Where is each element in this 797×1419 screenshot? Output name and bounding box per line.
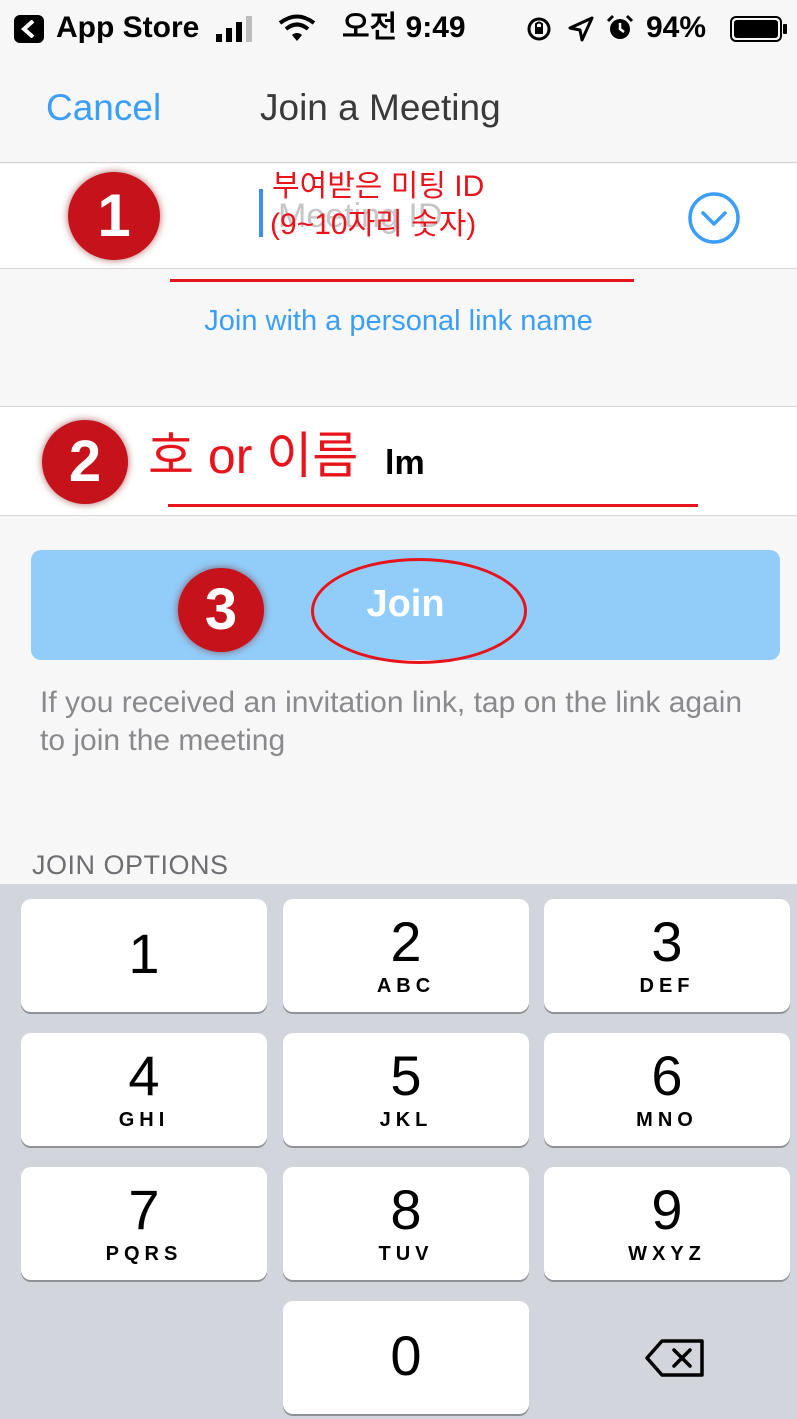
personal-link-area: Join with a personal link name xyxy=(0,269,797,407)
navigation-bar: Cancel Join a Meeting xyxy=(0,58,797,163)
key-digit: 3 xyxy=(651,910,683,973)
key-letters: WXYZ xyxy=(628,1243,706,1265)
key-letters: ABC xyxy=(376,975,436,997)
battery-percent: 94% xyxy=(646,11,707,44)
annotation-step-1-badge: 1 xyxy=(68,172,160,260)
join-with-personal-link-button[interactable]: Join with a personal link name xyxy=(0,305,797,338)
delete-key[interactable] xyxy=(560,1300,790,1413)
key-digit: 7 xyxy=(128,1178,160,1241)
annotation-step-2-badge: 2 xyxy=(42,420,128,504)
annotation-step-1-underline xyxy=(170,279,634,282)
key-1[interactable]: 1 xyxy=(21,899,267,1012)
status-time: 오전 9:49 xyxy=(342,11,466,44)
alarm-icon xyxy=(606,14,634,42)
key-letters: PQRS xyxy=(105,1243,183,1265)
key-digit: 0 xyxy=(390,1324,422,1387)
key-8[interactable]: 8 TUV xyxy=(283,1167,529,1280)
key-digit: 5 xyxy=(390,1044,422,1107)
key-letters: DEF xyxy=(639,975,695,997)
back-to-app-label[interactable]: App Store xyxy=(56,10,199,46)
key-digit: 2 xyxy=(390,910,422,973)
key-digit: 6 xyxy=(651,1044,683,1107)
key-letters: JKL xyxy=(379,1109,433,1131)
battery-icon xyxy=(730,16,788,42)
meeting-history-dropdown-icon[interactable] xyxy=(686,190,742,246)
annotation-step-2-text: 호 or 이름 xyxy=(148,428,359,484)
back-to-app-icon[interactable] xyxy=(14,15,44,43)
invitation-hint-text: If you received an invitation link, tap … xyxy=(40,686,743,757)
text-cursor xyxy=(259,189,263,237)
key-2[interactable]: 2 ABC xyxy=(283,899,529,1012)
key-digit: 1 xyxy=(128,922,160,985)
backspace-icon xyxy=(644,1338,706,1378)
location-icon xyxy=(568,16,594,42)
cancel-button[interactable]: Cancel xyxy=(46,86,161,130)
key-digit: 8 xyxy=(390,1178,422,1241)
annotation-step-2-underline xyxy=(168,504,698,507)
wifi-icon xyxy=(278,14,316,42)
key-3[interactable]: 3 DEF xyxy=(544,899,790,1012)
join-options-header: JOIN OPTIONS xyxy=(32,850,229,880)
key-0[interactable]: 0 xyxy=(283,1301,529,1414)
orientation-lock-icon xyxy=(526,16,552,42)
annotation-step-1-line-1: 부여받은 미팅 ID xyxy=(272,170,485,203)
page-title: Join a Meeting xyxy=(260,87,501,128)
key-letters: MNO xyxy=(636,1109,698,1131)
cellular-signal-icon xyxy=(216,16,264,42)
key-6[interactable]: 6 MNO xyxy=(544,1033,790,1146)
key-4[interactable]: 4 GHI xyxy=(21,1033,267,1146)
status-bar: App Store 오전 9:49 94% xyxy=(0,0,797,58)
key-letters: GHI xyxy=(118,1109,170,1131)
annotation-step-3-badge: 3 xyxy=(178,568,264,652)
key-digit: 9 xyxy=(651,1178,683,1241)
key-7[interactable]: 7 PQRS xyxy=(21,1167,267,1280)
screen-name-input[interactable] xyxy=(385,441,765,485)
annotation-join-circle xyxy=(311,558,527,664)
key-digit: 4 xyxy=(128,1044,160,1107)
key-letters: TUV xyxy=(378,1243,434,1265)
annotation-step-1-line-2: (9~10자리 숫자) xyxy=(270,208,477,241)
key-9[interactable]: 9 WXYZ xyxy=(544,1167,790,1280)
key-5[interactable]: 5 JKL xyxy=(283,1033,529,1146)
